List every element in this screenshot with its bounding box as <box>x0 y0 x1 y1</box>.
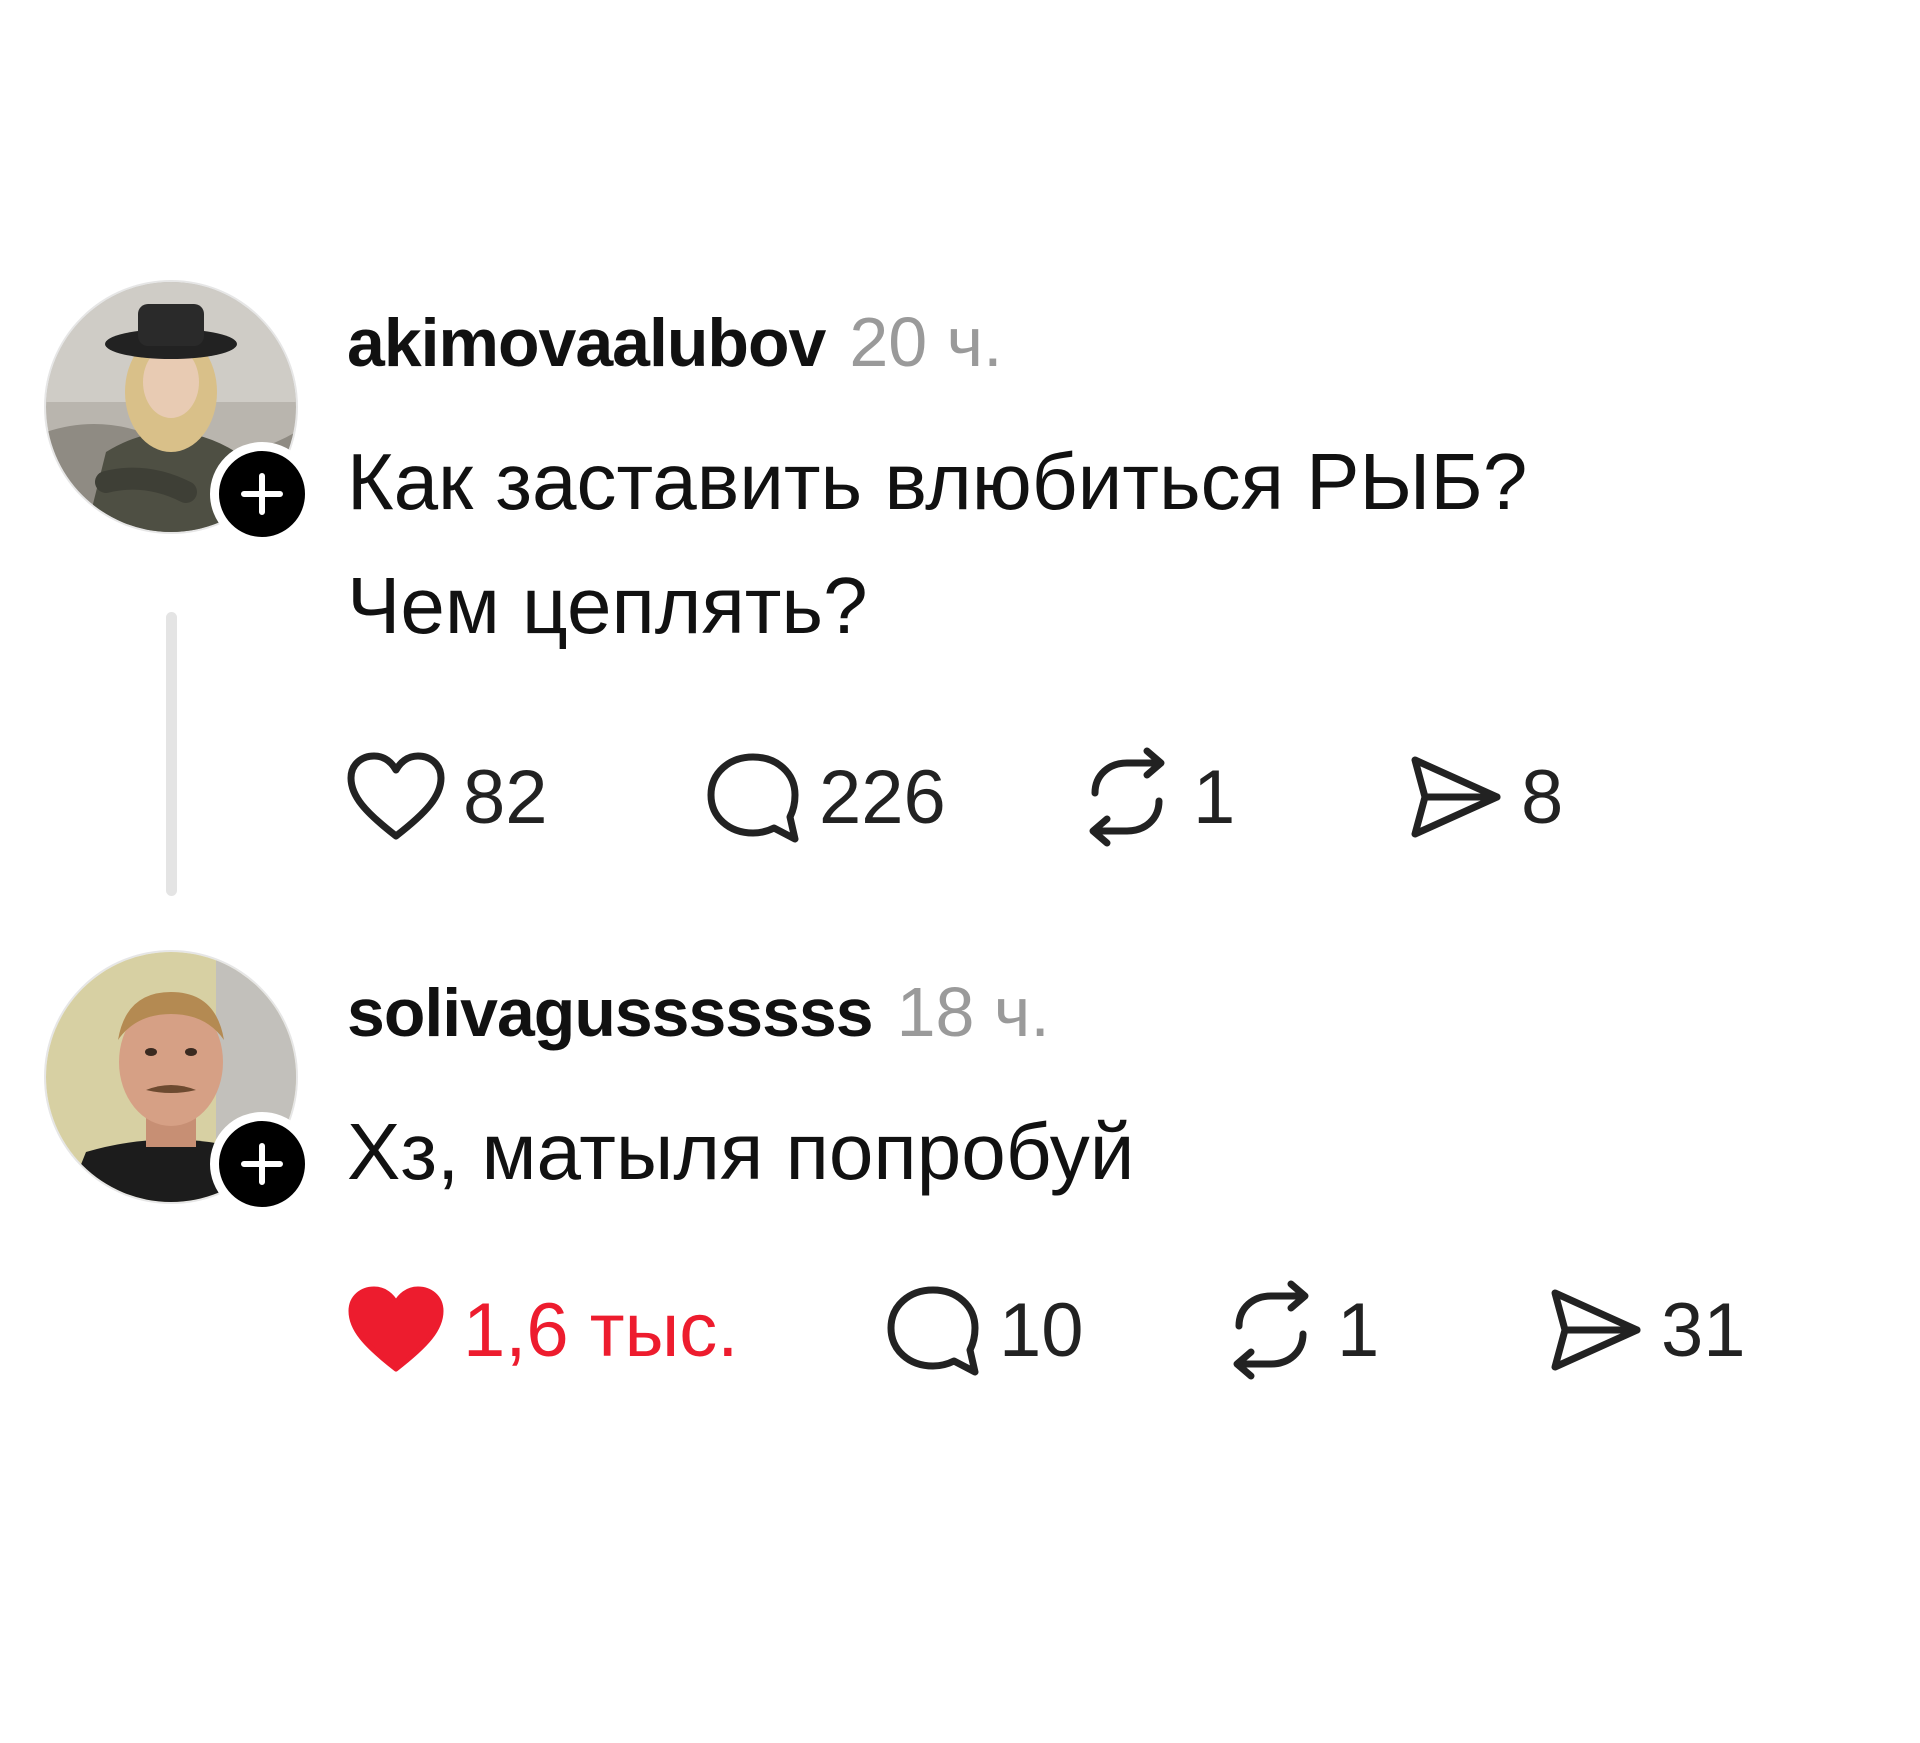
share-button[interactable]: 8 <box>1405 742 1563 852</box>
speech-bubble-icon <box>887 1286 979 1376</box>
like-button[interactable]: 1,6 тыс. <box>345 1275 738 1385</box>
plus-icon <box>241 1143 283 1185</box>
avatar-container <box>44 950 314 1216</box>
timestamp: 18 ч. <box>896 973 1050 1051</box>
username[interactable]: akimovaalubov <box>347 304 826 382</box>
follow-button[interactable] <box>210 1112 314 1216</box>
post-text-line: Чем цеплять? <box>347 561 868 650</box>
post-text-line: Как заставить влюбиться РЫБ? <box>347 437 1528 526</box>
comment-count: 226 <box>819 754 946 840</box>
plus-icon <box>241 473 283 515</box>
timestamp: 20 ч. <box>849 303 1003 381</box>
heart-icon <box>347 752 445 840</box>
paper-plane-icon <box>1411 756 1501 838</box>
repost-arrows-icon <box>1089 747 1165 847</box>
action-bar: 82 226 1 8 <box>345 742 1845 852</box>
follow-button[interactable] <box>210 442 314 546</box>
comment-button[interactable]: 10 <box>883 1275 1084 1385</box>
comment-count: 10 <box>999 1287 1084 1373</box>
post-text: Как заставить влюбиться РЫБ? Чем цеплять… <box>347 420 1527 668</box>
post-header: akimovaalubov 20 ч. <box>347 302 1003 382</box>
paper-plane-icon <box>1551 1289 1641 1371</box>
repost-button[interactable]: 1 <box>1077 742 1235 852</box>
thread-line <box>166 612 177 896</box>
like-count: 82 <box>463 754 548 840</box>
heart-filled-icon <box>348 1286 444 1372</box>
share-count: 8 <box>1521 754 1564 840</box>
action-bar: 1,6 тыс. 10 1 31 <box>345 1275 1845 1385</box>
repost-button[interactable]: 1 <box>1221 1275 1379 1385</box>
username[interactable]: solivagusssssss <box>347 974 874 1052</box>
post-text-line: Хз, матыля попробуй <box>347 1107 1135 1196</box>
repost-arrows-icon <box>1233 1280 1309 1380</box>
share-button[interactable]: 31 <box>1545 1275 1746 1385</box>
repost-count: 1 <box>1337 1287 1380 1373</box>
share-count: 31 <box>1661 1287 1746 1373</box>
comment-button[interactable]: 226 <box>703 742 946 852</box>
avatar-container <box>44 280 314 546</box>
like-button[interactable]: 82 <box>345 742 548 852</box>
post-text: Хз, матыля попробуй <box>347 1090 1134 1214</box>
speech-bubble-icon <box>707 753 799 843</box>
post-header: solivagusssssss 18 ч. <box>347 972 1050 1052</box>
like-count: 1,6 тыс. <box>463 1287 739 1373</box>
repost-count: 1 <box>1193 754 1236 840</box>
